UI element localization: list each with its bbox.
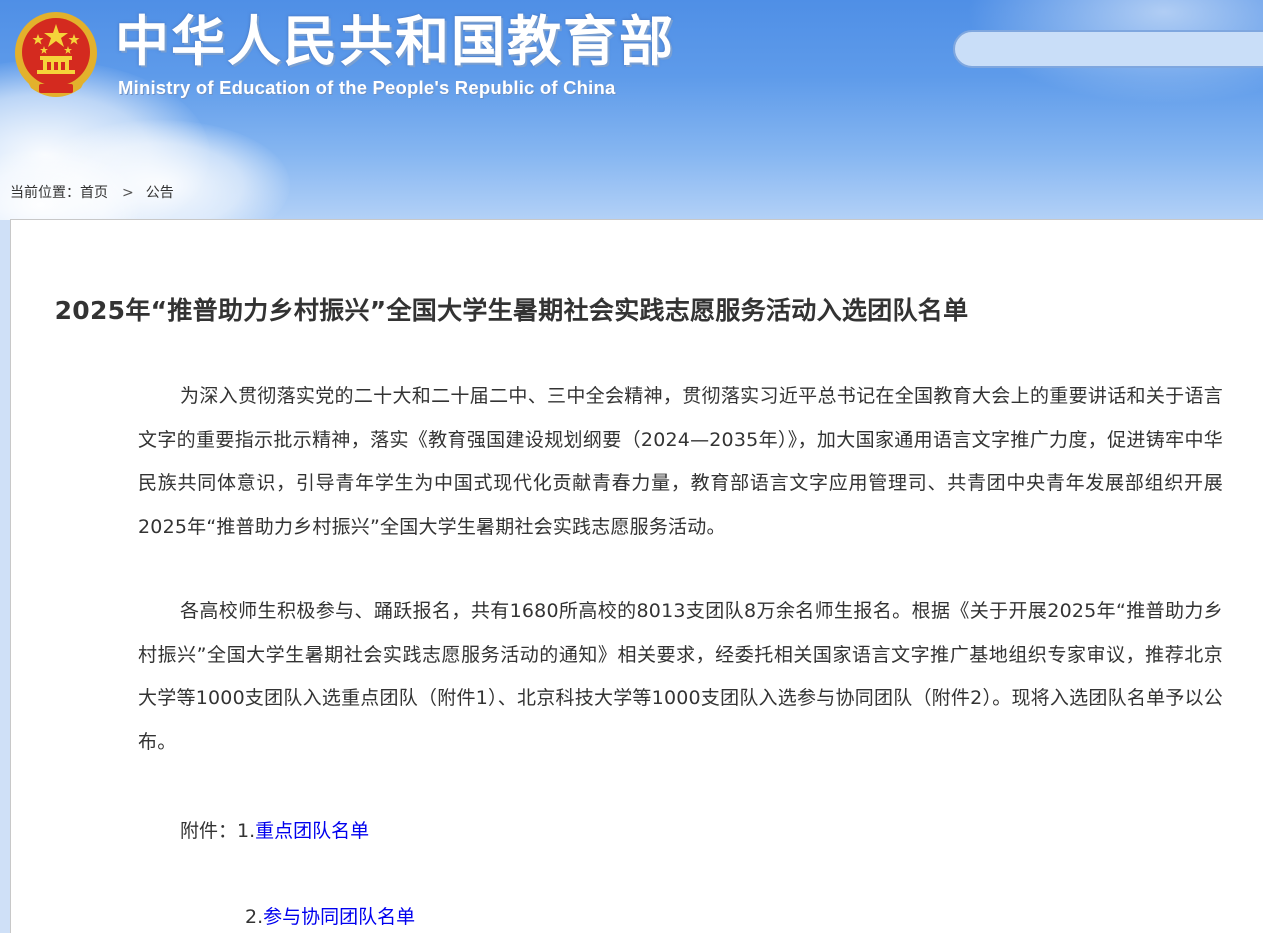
national-emblem-icon [15, 12, 97, 97]
attachment-item: 2.参与协同团队名单 [245, 902, 415, 929]
article-paragraph: 为深入贯彻落实党的二十大和二十届二中、三中全会精神，贯彻落实习近平总书记在全国教… [138, 385, 1223, 538]
breadcrumb-prefix: 当前位置： [10, 185, 80, 201]
site-title: 中华人民共和国教育部 [115, 10, 675, 73]
article-paragraph: 各高校师生积极参与、踊跃报名，共有1680所高校的8013支团队8万余名师生报名… [138, 600, 1223, 753]
breadcrumb: 当前位置：首页 > 公告 [10, 182, 174, 202]
site-header: 中华人民共和国教育部 Ministry of Education of the … [0, 0, 1263, 220]
breadcrumb-separator-icon: > [122, 185, 134, 201]
attachments-label: 附件： [180, 820, 238, 842]
attachment-item: 附件：1.重点团队名单 [180, 816, 369, 843]
article-title: 2025年“推普助力乡村振兴”全国大学生暑期社会实践志愿服务活动入选团队名单 [54, 296, 969, 325]
attachment-index: 2. [245, 906, 264, 928]
site-subtitle: Ministry of Education of the People's Re… [118, 77, 616, 98]
breadcrumb-home-link[interactable]: 首页 [80, 185, 108, 201]
search-input[interactable] [953, 30, 1263, 68]
attachment-index: 1. [237, 820, 256, 842]
attachment-link-participating-teams[interactable]: 参与协同团队名单 [263, 906, 415, 928]
breadcrumb-current-link[interactable]: 公告 [146, 185, 174, 201]
attachment-link-key-teams[interactable]: 重点团队名单 [255, 820, 369, 842]
article-content: 2025年“推普助力乡村振兴”全国大学生暑期社会实践志愿服务活动入选团队名单 为… [10, 219, 1263, 933]
